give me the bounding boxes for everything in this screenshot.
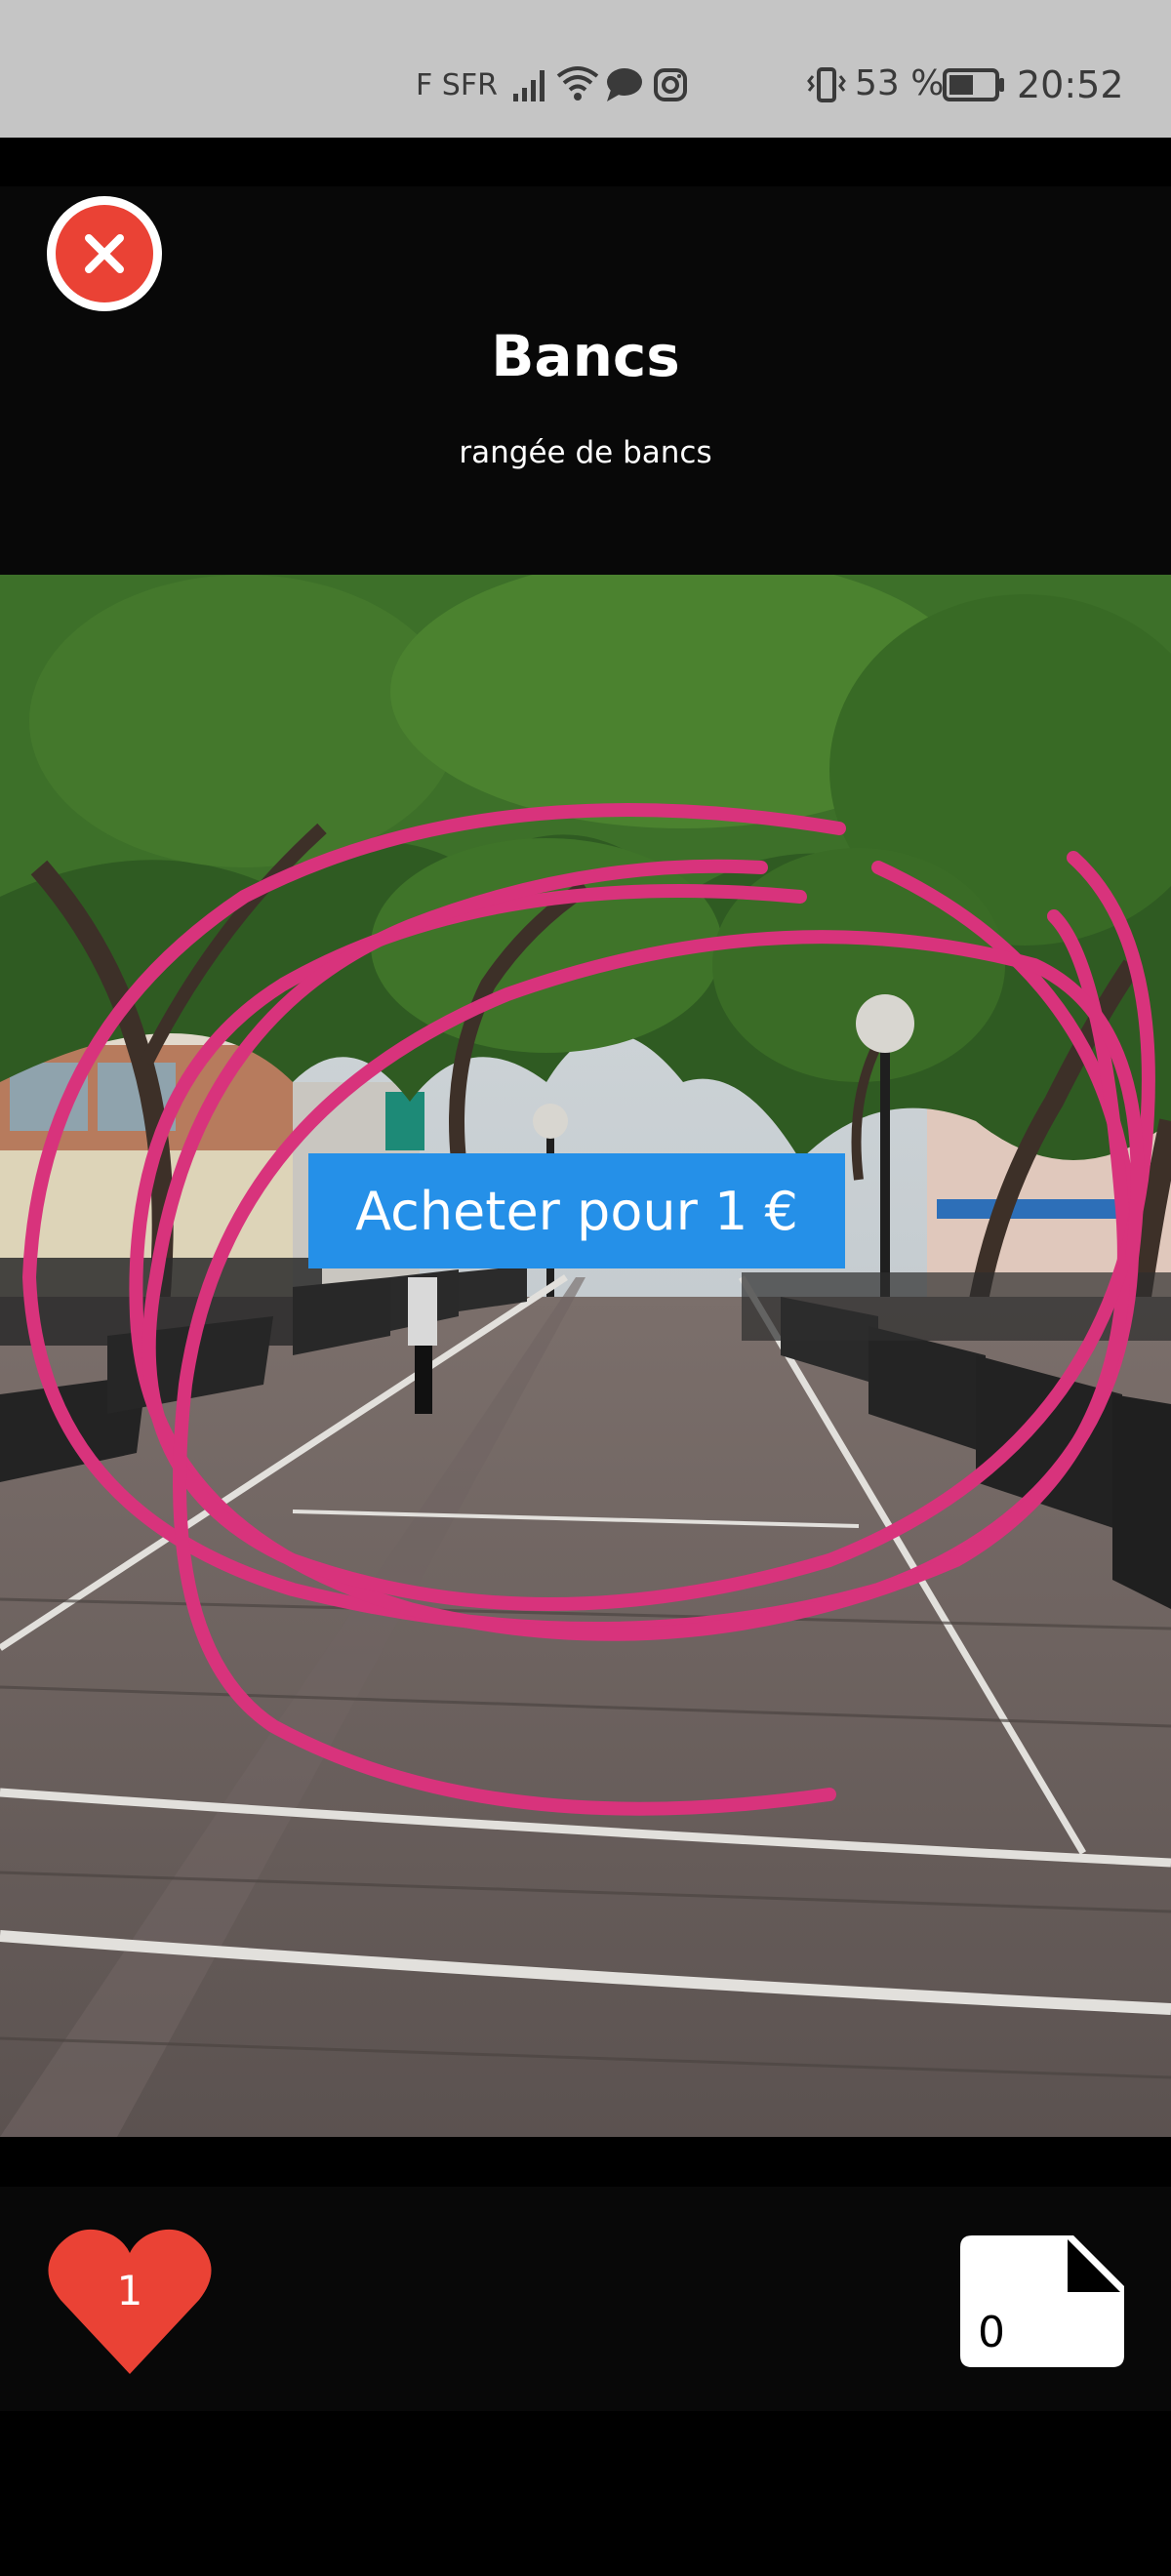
buy-button[interactable]: Acheter pour 1 € xyxy=(308,1153,845,1268)
chat-icon xyxy=(607,68,642,101)
carrier-name: F SFR xyxy=(416,68,498,102)
wifi-icon xyxy=(556,66,599,101)
document-button[interactable]: 0 xyxy=(960,2235,1124,2367)
vibrate-icon xyxy=(807,67,846,102)
signal-icon xyxy=(513,70,545,101)
clock: 20:52 xyxy=(1017,63,1124,106)
document-count: 0 xyxy=(978,2308,1005,2357)
like-count: 1 xyxy=(116,2267,143,2314)
spacer xyxy=(0,138,1171,186)
header: Bancs rangée de bancs xyxy=(0,186,1171,575)
close-button[interactable] xyxy=(47,196,162,311)
close-icon xyxy=(85,234,124,273)
item-photo xyxy=(0,575,1171,2137)
instagram-icon xyxy=(654,68,687,101)
battery-percent: 53 % xyxy=(855,63,945,103)
battery-icon xyxy=(943,68,1004,101)
page-subtitle: rangée de bancs xyxy=(459,435,712,470)
system-nav-area xyxy=(0,2411,1171,2576)
screen: F SFR 53 % 20:52 Bancs rangée de bancs A… xyxy=(0,0,1171,2576)
photo-illustration xyxy=(0,575,1171,2137)
close-button-fill xyxy=(56,205,153,302)
like-button[interactable]: 1 xyxy=(47,2226,213,2377)
bottom-bar: 1 0 xyxy=(0,2187,1171,2411)
page-title: Bancs xyxy=(491,323,680,389)
status-bar: F SFR 53 % 20:52 xyxy=(0,0,1171,138)
